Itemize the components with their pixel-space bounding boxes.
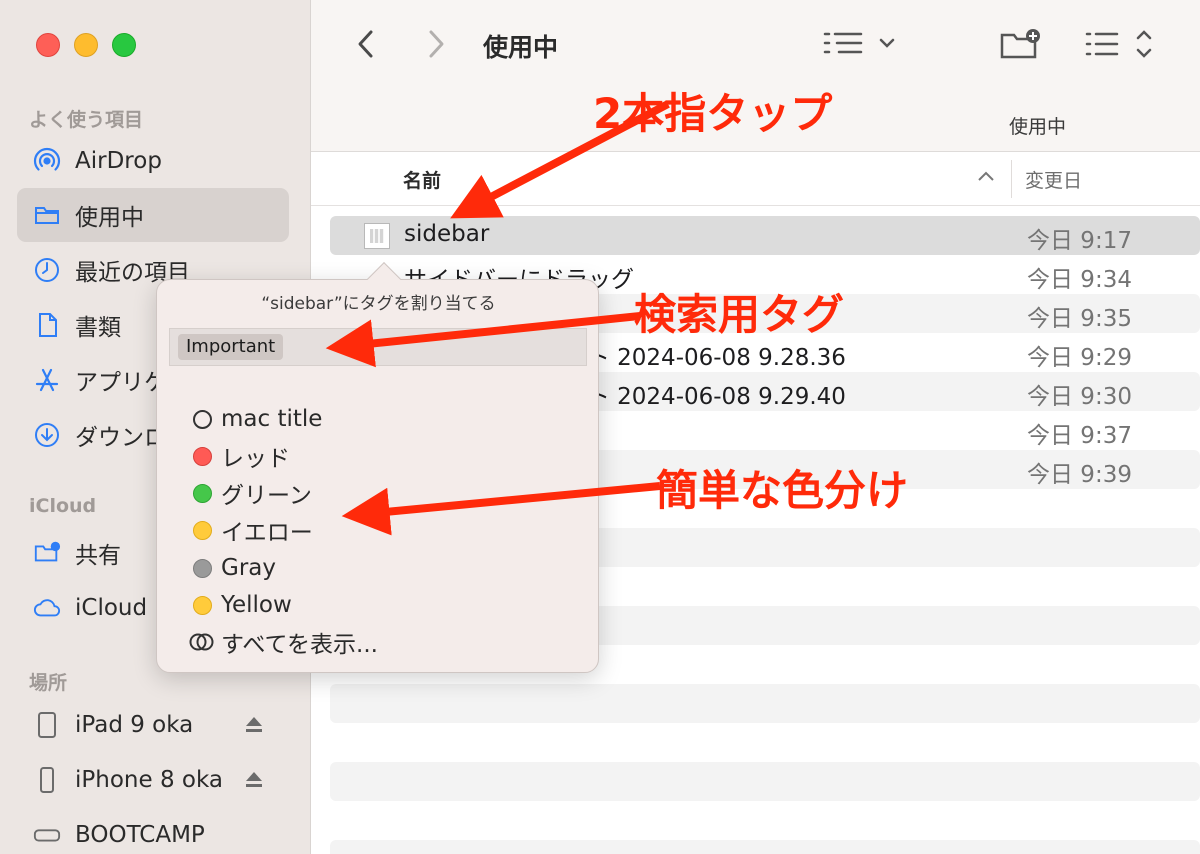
file-date: 今日 9:35 [1027,306,1132,332]
tag-label: グリーン [221,483,312,509]
sidebar-item-label: AirDrop [75,148,162,174]
file-date: 今日 9:39 [1027,462,1132,488]
sidebar-item-airdrop[interactable]: AirDrop [17,134,289,188]
eject-icon[interactable] [243,769,265,797]
tag-label: レッド [221,446,290,472]
tag-option-green[interactable]: グリーン [193,477,312,509]
tag-label: Gray [221,555,276,581]
section-icloud-title: iCloud [29,495,97,517]
download-icon [33,421,61,449]
back-button[interactable] [351,26,381,62]
column-date-header[interactable]: 変更日 [1025,166,1082,193]
cloud-icon [33,594,61,622]
file-date: 今日 9:30 [1027,384,1132,410]
column-header: 名前 変更日 [311,152,1200,206]
group-by-button[interactable] [1083,26,1155,62]
path-label: 使用中 [1009,116,1067,138]
apps-icon [33,366,61,394]
document-icon [33,311,61,339]
annotation-color-coding: 簡単な色分け [656,466,909,515]
tag-color-dot [193,595,212,615]
forward-button[interactable] [421,26,451,62]
tag-popover: “sidebar”にタグを割り当てる Important mac title レ… [156,262,599,673]
tag-label: Yellow [221,592,292,618]
file-date: 今日 9:34 [1027,267,1132,293]
sidebar-item-ipad[interactable]: iPad 9 oka [17,698,289,752]
file-date: 今日 9:37 [1027,423,1132,449]
window-title: 使用中 [483,33,559,62]
shared-folder-icon [33,539,61,567]
iphone-icon [33,766,61,794]
show-all-tags[interactable]: すべてを表示... [189,626,378,658]
folder-icon [33,201,61,229]
tag-color-dot [193,446,212,466]
zoom-window-button[interactable] [112,33,136,57]
tag-token-important[interactable]: Important [178,334,284,360]
tag-option-yellow[interactable]: イエロー [193,514,313,546]
empty-row [330,723,1200,762]
show-all-label: すべてを表示... [221,632,378,658]
column-name-header[interactable]: 名前 [403,166,441,193]
sidebar-item-iphone[interactable]: iPhone 8 oka [17,753,289,807]
sidebar-item-label: 使用中 [75,205,144,231]
tag-color-dot [193,520,212,540]
tag-color-dot [193,558,212,578]
annotation-two-finger-tap: 2本指タップ [593,89,833,138]
column-divider[interactable] [1011,160,1012,198]
sidebar-item-label: 書類 [75,315,121,341]
clock-icon [33,256,61,284]
tag-option-yellow-en[interactable]: Yellow [193,589,292,621]
empty-row [330,840,1200,854]
tag-option-red[interactable]: レッド [193,440,290,472]
empty-row [330,684,1200,723]
disk-icon [33,821,61,849]
sidebar-item-label: BOOTCAMP [75,822,205,848]
tag-color-dot [193,483,212,503]
sidebar-item-in-use[interactable]: 使用中 [17,188,289,242]
tag-option-mac-title[interactable]: mac title [193,403,322,435]
window-controls [36,33,136,57]
empty-row [330,762,1200,801]
file-date: 今日 9:29 [1027,345,1132,371]
image-file-icon [364,223,390,249]
annotation-search-tag: 検索用タグ [634,290,845,339]
minimize-window-button[interactable] [74,33,98,57]
chevron-right-icon [429,30,444,58]
tag-label: イエロー [221,520,313,546]
section-favorites-title: よく使う項目 [29,109,144,131]
all-tags-icon [189,632,215,652]
chevron-left-icon [358,30,373,58]
sidebar-item-bootcamp[interactable]: BOOTCAMP [17,808,289,854]
ipad-icon [33,711,61,739]
tag-color-dot [193,409,212,429]
new-folder-icon [1000,29,1040,59]
file-name: sidebar [404,221,490,247]
tag-label: mac title [221,406,323,432]
file-date: 今日 9:17 [1027,228,1132,254]
tag-input-field[interactable]: Important [169,328,587,366]
sort-ascending-icon[interactable] [977,168,995,187]
eject-icon[interactable] [243,714,265,742]
popover-title: “sidebar”にタグを割り当てる [261,294,496,314]
new-folder-button[interactable] [997,26,1045,62]
section-locations-title: 場所 [29,672,68,694]
view-options-button[interactable] [823,28,903,60]
close-window-button[interactable] [36,33,60,57]
list-view-icon [823,32,895,54]
sidebar-item-label: iPad 9 oka [75,712,194,738]
group-list-icon [1085,30,1152,58]
file-row[interactable]: sidebar 今日 9:17 [330,216,1200,255]
sidebar-item-label: iPhone 8 oka [75,767,223,793]
empty-row [330,801,1200,840]
airdrop-icon [33,147,61,175]
sidebar-item-label: 共有 [75,543,121,569]
tag-option-gray[interactable]: Gray [193,552,276,584]
